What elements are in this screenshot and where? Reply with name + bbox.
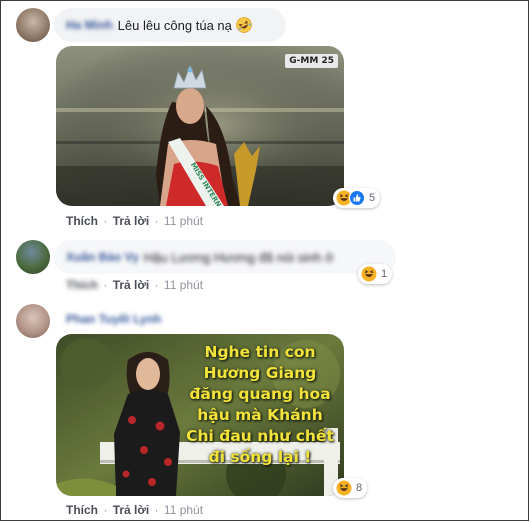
reaction-count: 8 bbox=[356, 482, 363, 494]
avatar[interactable] bbox=[16, 240, 50, 274]
timestamp[interactable]: 11 phút bbox=[164, 214, 203, 228]
separator: · bbox=[103, 214, 108, 228]
reaction-summary[interactable]: 1 bbox=[358, 264, 393, 284]
reaction-count: 1 bbox=[381, 268, 388, 280]
separator: · bbox=[154, 214, 159, 228]
comment-image[interactable]: Nghe tin con Hương Giang đăng quang hoa … bbox=[56, 334, 344, 496]
avatar[interactable] bbox=[16, 304, 50, 338]
comment-author[interactable]: Ha Minh bbox=[66, 18, 113, 32]
timestamp[interactable]: 11 phút bbox=[164, 503, 203, 517]
reaction-summary[interactable]: 5 bbox=[333, 188, 381, 208]
reply-link[interactable]: Trả lời bbox=[113, 214, 150, 228]
comment-actions: Thích · Trả lời · 11 phút bbox=[66, 214, 203, 228]
comment-author[interactable]: Phan Tuyết Lynh bbox=[66, 312, 161, 326]
comment-bubble: Xuân Bảo Vy Hậu Lương Hương đã nói sinh … bbox=[54, 240, 396, 274]
reply-link[interactable]: Trả lời bbox=[113, 278, 150, 292]
like-link[interactable]: Thích bbox=[66, 503, 98, 517]
comment-author[interactable]: Xuân Bảo Vy bbox=[66, 250, 139, 264]
separator: · bbox=[103, 278, 108, 292]
reply-link[interactable]: Trả lời bbox=[113, 503, 150, 517]
avatar[interactable] bbox=[16, 8, 50, 42]
comment-text: Hậu Lương Hương đã nói sinh ở bbox=[143, 249, 334, 265]
separator: · bbox=[154, 278, 159, 292]
timestamp[interactable]: 11 phút bbox=[164, 278, 203, 292]
comment-bubble: Ha Minh Lêu lêu công túa nạ bbox=[54, 8, 286, 42]
rolling-on-floor-laughing-icon bbox=[236, 17, 252, 33]
separator: · bbox=[154, 503, 159, 517]
channel-logo: G-MM 25 bbox=[285, 54, 338, 68]
comment-author-row: Phan Tuyết Lynh bbox=[66, 312, 166, 328]
meme-caption: Nghe tin con Hương Giang đăng quang hoa … bbox=[186, 343, 334, 466]
comment-actions: Thích · Trả lời · 11 phút bbox=[66, 278, 203, 292]
comment-image[interactable]: MISS INTERN G-MM 25 bbox=[56, 46, 344, 206]
comment-actions: Thích · Trả lời · 11 phút bbox=[66, 503, 203, 517]
like-link[interactable]: Thích bbox=[66, 214, 98, 228]
haha-icon bbox=[336, 480, 352, 496]
comment-text: Lêu lêu công túa nạ bbox=[117, 17, 232, 33]
haha-icon bbox=[361, 266, 377, 282]
reaction-count: 5 bbox=[369, 192, 376, 204]
reaction-summary[interactable]: 8 bbox=[333, 478, 368, 498]
like-icon bbox=[349, 190, 365, 206]
like-link[interactable]: Thích bbox=[66, 278, 98, 292]
separator: · bbox=[103, 503, 108, 517]
pageant-photo: MISS INTERN bbox=[56, 46, 344, 206]
